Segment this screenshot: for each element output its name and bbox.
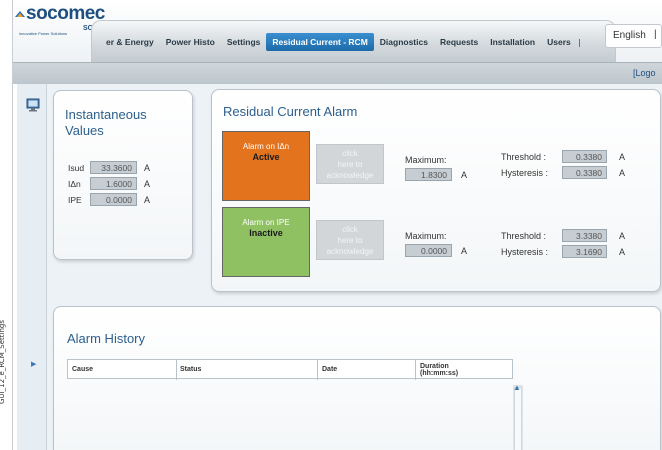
iv-label: Isud [68,163,85,173]
hysteresis-label: Hysteresis : [501,247,549,257]
max-unit: A [461,170,468,180]
hysteresis-value: 3.1690 [562,245,607,258]
iv-value: 1.6000 [90,177,137,190]
iv-label: IΔn [68,179,81,189]
main-nav: er & Energy Power Histo Settings Residua… [91,20,616,62]
col-duration[interactable]: Duration [420,363,449,370]
alarm-name: Alarm on IPE [242,218,290,227]
hysteresis-label: Hysteresis : [501,168,549,178]
col-duration-unit: (hh:mm:ss) [420,370,459,377]
scrollbar-thumb[interactable] [514,387,522,450]
scrollbar[interactable]: ▲ [513,383,523,450]
iv-unit: A [144,163,151,173]
hysteresis-value: 0.3380 [562,166,607,179]
max-label: Maximum: [405,231,447,241]
ack-line: click [342,225,358,234]
threshold-unit: A [619,231,626,241]
dropdown-caret-icon: | [654,29,657,40]
threshold-value: 0.3380 [562,150,607,163]
threshold-label: Threshold : [501,231,547,241]
col-cause[interactable]: Cause [72,366,93,373]
iv-value: 0.0000 [90,193,137,206]
nav-items: er & Energy Power Histo Settings Residua… [100,33,580,51]
nav-tab-power-history[interactable]: Power Histo [160,33,221,51]
alarm-ipe-box: Alarm on IPE Inactive [222,207,310,277]
side-caption: GUI_12_e_RCM_Settings [0,320,6,404]
max-label: Maximum: [405,155,447,165]
nav-separator [578,39,580,47]
logout-link[interactable]: [Logo [633,68,656,78]
max-unit: A [461,246,468,256]
ack-line: click [342,149,358,158]
computer-icon[interactable] [26,98,40,112]
logo-tagline: innovative Power Solutions [19,31,68,36]
ack-line: acknowledge [326,171,374,180]
nav-tab-users[interactable]: Users [541,33,577,51]
left-margin: GUI_12_e_RCM_Settings [0,0,13,450]
expand-arrow-icon[interactable]: ▶ [31,360,36,368]
ack-line: acknowledge [326,247,374,256]
nav-tab-power-energy[interactable]: er & Energy [100,33,160,51]
language-label: English [613,30,646,41]
col-date[interactable]: Date [322,366,337,373]
ack-line: here to [337,160,363,169]
alarm-name: Alarm on IΔn [242,142,290,151]
alarm-idn-box: Alarm on IΔn Active [222,131,310,201]
max-value: 0.0000 [405,244,452,257]
nav-tab-settings[interactable]: Settings [221,33,267,51]
iv-value: 33.3600 [90,161,137,174]
language-select[interactable]: English | [605,24,662,48]
col-divider [415,360,416,380]
logo-mark-icon [15,11,25,17]
col-status[interactable]: Status [180,366,201,373]
rca-panel: Residual Current Alarm Alarm on IΔn Acti… [211,89,661,292]
hysteresis-unit: A [619,168,626,178]
threshold-label: Threshold : [501,152,547,162]
iv-unit: A [144,179,151,189]
instantaneous-title-1: Instantaneous [65,107,147,122]
ack-line: here to [337,236,363,245]
col-divider [176,360,177,380]
threshold-value: 3.3380 [562,229,607,242]
rca-title: Residual Current Alarm [223,104,358,119]
instantaneous-title-2: Values [65,123,104,138]
nav-tab-residual-current[interactable]: Residual Current - RCM [266,33,374,51]
col-divider [317,360,318,380]
logo-brand: socomec [26,3,105,24]
subbar: [Logo [13,62,662,84]
max-value: 1.8300 [405,168,452,181]
alarm-history-title: Alarm History [67,331,146,346]
acknowledge-button-ipe[interactable]: click here to acknowledge [316,220,384,260]
sidebar-strip: ▶ [17,84,47,450]
nav-tab-requests[interactable]: Requests [434,33,484,51]
scroll-up-icon[interactable]: ▲ [513,383,521,392]
alarm-history-panel: Alarm History Cause Status Date Duration… [53,306,661,450]
nav-tab-diagnostics[interactable]: Diagnostics [374,33,434,51]
content-area: Instantaneous Values Isud 33.3600 A IΔn … [47,84,662,450]
threshold-unit: A [619,152,626,162]
nav-tab-installation[interactable]: Installation [484,33,541,51]
alarm-state: Active [252,152,280,162]
acknowledge-button-idn[interactable]: click here to acknowledge [316,144,384,184]
hysteresis-unit: A [619,247,626,257]
instantaneous-panel: Instantaneous Values Isud 33.3600 A IΔn … [53,90,193,260]
header: socomec SCP innovative Power Solutions e… [13,0,662,62]
iv-label: IPE [68,195,82,205]
alarm-state: Inactive [249,228,283,238]
iv-unit: A [144,195,151,205]
alarm-history-table-header: Cause Status Date Duration (hh:mm:ss) [67,359,513,380]
